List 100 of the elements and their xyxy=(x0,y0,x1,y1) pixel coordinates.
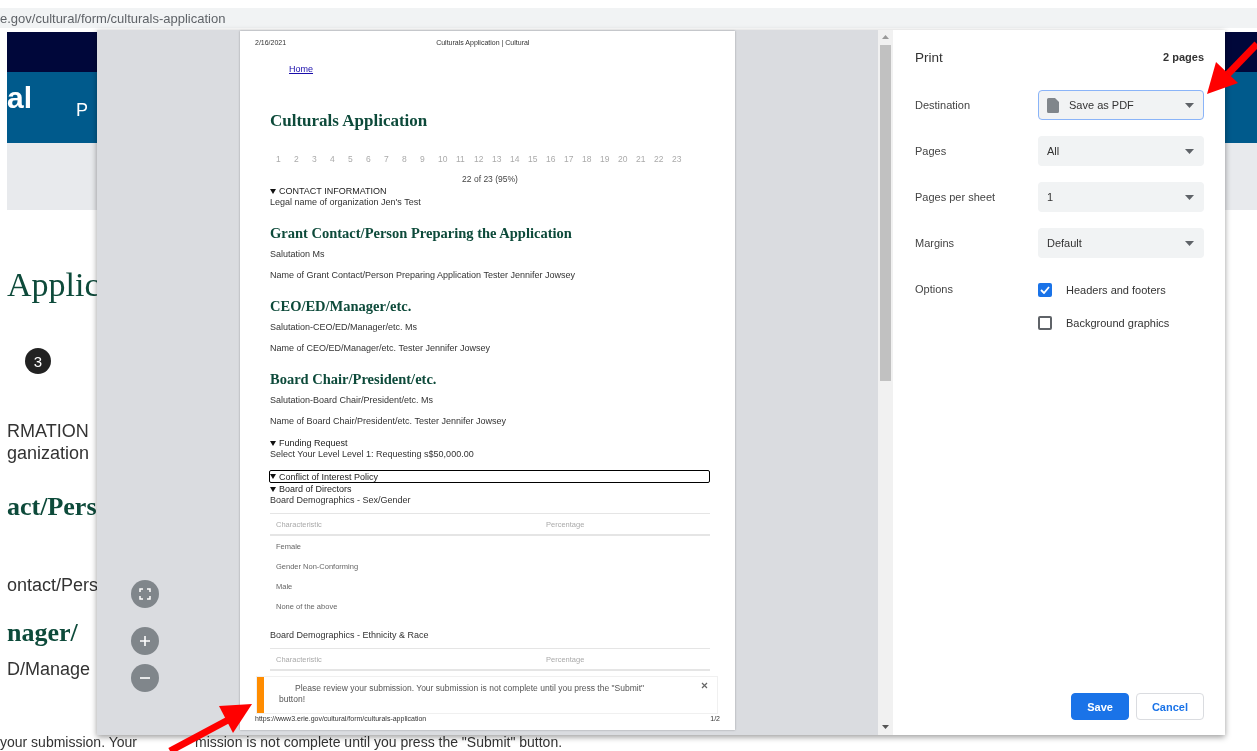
setting-label: Margins xyxy=(915,237,956,249)
dialog-title: Print xyxy=(915,49,943,65)
section-title: Conflict of Interest Policy xyxy=(279,471,379,482)
section-title: CONTACT INFORMATION xyxy=(279,186,387,196)
address-text[interactable]: e.gov/cultural/form/culturals-application xyxy=(0,10,226,26)
setting-dropdown[interactable]: Save as PDF xyxy=(1038,90,1204,120)
caret-icon xyxy=(270,440,276,446)
progress-text: 22 of 23 (95%) xyxy=(462,174,518,184)
field-text: Salutation-CEO/ED/Manager/etc. Ms xyxy=(270,322,418,333)
setting-label: Options xyxy=(915,283,954,297)
scroll-up-icon[interactable] xyxy=(882,35,889,39)
dropdown-caret-icon xyxy=(1185,240,1194,246)
notice-text: mission is not complete until you press the "Submit" button. xyxy=(194,735,563,750)
field-text: Salutation Ms xyxy=(270,249,325,260)
form-title: Culturals Application xyxy=(270,110,428,132)
page-count: 2 pages xyxy=(1163,51,1204,63)
section-toggle[interactable]: Funding Request xyxy=(269,437,710,449)
fit-to-page-button[interactable] xyxy=(131,580,159,608)
section-heading: CEO/ED/Manager/etc. xyxy=(270,297,412,316)
section-title: Board of Directors xyxy=(279,484,352,494)
arrow-annotation xyxy=(1207,41,1257,94)
step-number[interactable]: 3 xyxy=(312,154,330,164)
dropdown-caret-icon xyxy=(1185,148,1194,154)
scroll-down-icon[interactable] xyxy=(882,725,889,729)
step-number[interactable]: 16 xyxy=(546,154,564,164)
step-number[interactable]: 11 xyxy=(456,154,474,164)
accent-bar xyxy=(257,677,264,713)
dropdown-caret-icon xyxy=(1185,102,1194,108)
field-text: Name of Board Chair/President/etc. Tester Jennifer Jowsey xyxy=(270,416,506,427)
cancel-button[interactable]: Cancel xyxy=(1135,693,1204,720)
step-number[interactable]: 23 xyxy=(672,154,690,164)
home-link[interactable]: Home xyxy=(289,64,313,74)
page-text: ganization xyxy=(7,442,90,464)
field-text: Board Demographics - Sex/Gender xyxy=(270,495,411,506)
step-number[interactable]: 15 xyxy=(528,154,546,164)
caret-icon xyxy=(270,486,276,492)
step-number[interactable]: 18 xyxy=(582,154,600,164)
field-text: Name of CEO/ED/Manager/etc. Tester Jennifer Jowsey xyxy=(270,343,490,354)
scrollbar[interactable] xyxy=(878,30,893,735)
caret-icon xyxy=(270,474,276,479)
page-title: Applic xyxy=(7,266,100,304)
setting-dropdown[interactable]: Default xyxy=(1038,228,1204,258)
step-number[interactable]: 2 xyxy=(294,154,312,164)
fit-page-icon xyxy=(139,588,151,600)
setting-label: Destination xyxy=(915,99,972,111)
section-heading: nager/ xyxy=(7,617,78,649)
zoom-out-button[interactable] xyxy=(131,664,159,692)
section-heading: Board Chair/President/etc. xyxy=(270,370,437,389)
section-title: Funding Request xyxy=(279,438,348,448)
step-number[interactable]: 17 xyxy=(564,154,582,164)
page-text: RMATION xyxy=(7,420,89,442)
document-icon xyxy=(1047,97,1059,113)
step-marker: 3 xyxy=(25,348,51,374)
field-text: Board Demographics - Ethnicity & Race xyxy=(270,630,429,641)
step-number[interactable]: 13 xyxy=(492,154,510,164)
notice-text: your submission. Your xyxy=(0,735,137,750)
step-number[interactable]: 4 xyxy=(330,154,348,164)
section-heading: Grant Contact/Person Preparing the Application xyxy=(270,224,572,243)
caret-icon xyxy=(270,188,276,194)
scrollbar-thumb[interactable] xyxy=(880,45,891,381)
checkbox-label[interactable]: Background graphics xyxy=(1066,317,1170,329)
field-text: Name of Grant Contact/Person Preparing Application Tester Jennifer Jowsey xyxy=(270,270,575,281)
minus-icon xyxy=(139,677,151,679)
setting-dropdown[interactable]: All xyxy=(1038,136,1204,166)
step-number[interactable]: 6 xyxy=(366,154,384,164)
step-number[interactable]: 14 xyxy=(510,154,528,164)
setting-label: Pages per sheet xyxy=(915,191,997,203)
step-number[interactable]: 21 xyxy=(636,154,654,164)
step-number[interactable]: 20 xyxy=(618,154,636,164)
close-icon[interactable] xyxy=(700,681,709,690)
field-text: Select Your Level Level 1: Requesting s$50,000.00 xyxy=(270,449,474,460)
step-number[interactable]: 19 xyxy=(600,154,618,164)
plus-icon xyxy=(139,635,151,647)
checkbox[interactable] xyxy=(1038,316,1052,330)
step-number[interactable]: 12 xyxy=(474,154,492,164)
section-toggle[interactable]: Board of Directors xyxy=(269,483,710,495)
step-number[interactable]: 9 xyxy=(420,154,438,164)
page-text: D/Manage xyxy=(7,658,91,680)
dropdown-caret-icon xyxy=(1185,194,1194,200)
step-number[interactable]: 5 xyxy=(348,154,366,164)
setting-dropdown[interactable]: 1 xyxy=(1038,182,1204,212)
step-number[interactable]: 10 xyxy=(438,154,456,164)
checkbox[interactable] xyxy=(1038,283,1052,297)
step-number[interactable]: 7 xyxy=(384,154,402,164)
field-text: Salutation-Board Chair/President/etc. Ms xyxy=(270,395,434,406)
section-toggle[interactable]: CONTACT INFORMATION xyxy=(269,185,710,197)
page-text: ontact/Pers xyxy=(7,574,99,596)
step-number[interactable]: 1 xyxy=(276,154,294,164)
step-number[interactable]: 8 xyxy=(402,154,420,164)
save-button[interactable]: Save xyxy=(1071,693,1129,720)
site-name: al xyxy=(7,80,33,115)
checkbox-label[interactable]: Headers and footers xyxy=(1066,284,1166,296)
section-toggle[interactable]: Conflict of Interest Policy xyxy=(269,470,710,483)
step-number[interactable]: 22 xyxy=(654,154,672,164)
nav-link[interactable]: P xyxy=(76,100,89,121)
setting-label: Pages xyxy=(915,145,948,157)
section-heading: act/Pers xyxy=(7,491,97,523)
field-text: Legal name of organization Jen's Test xyxy=(270,197,421,208)
zoom-in-button[interactable] xyxy=(131,627,159,655)
toast-message: Please review your submission. Your submission is not complete until you press the "Submit" button! xyxy=(279,683,646,705)
